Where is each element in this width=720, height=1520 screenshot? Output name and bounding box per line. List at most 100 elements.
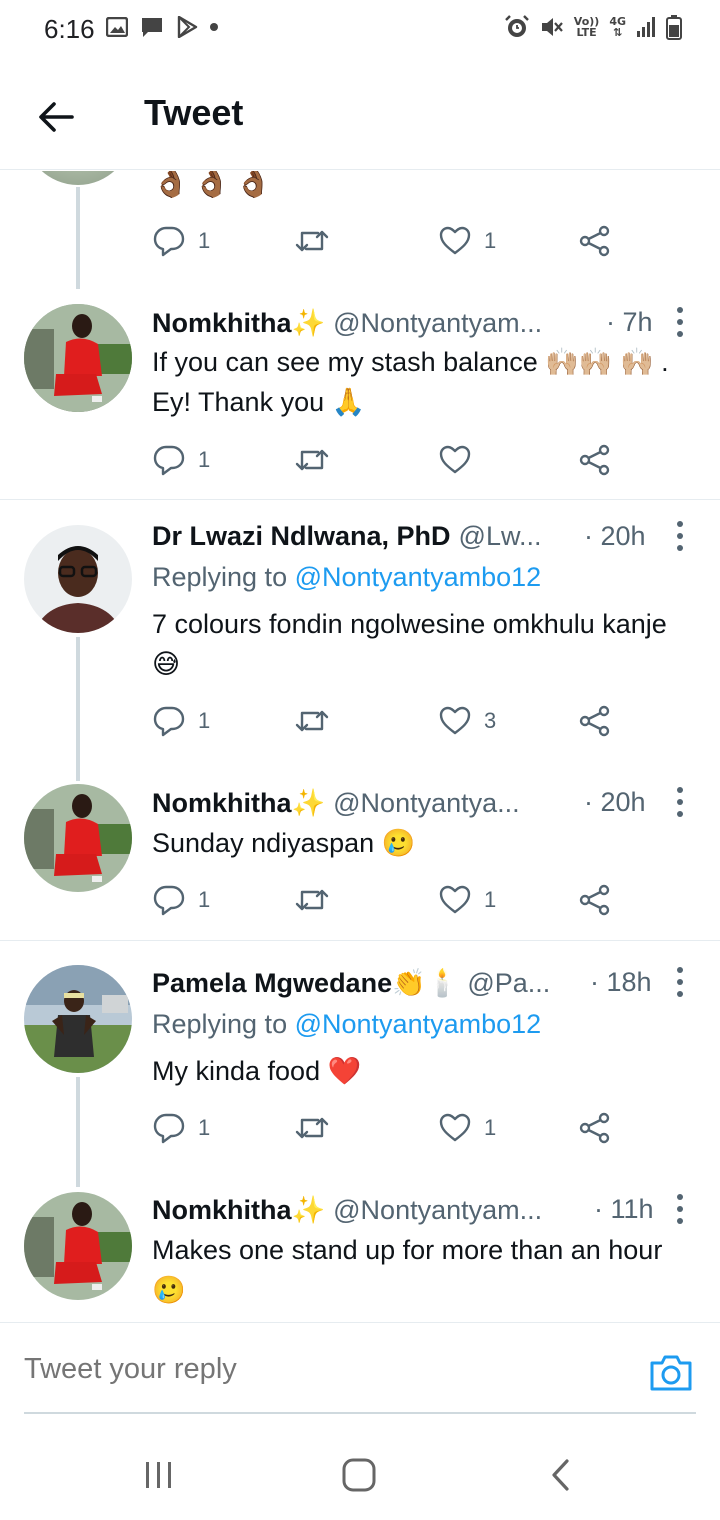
more-options-icon[interactable] xyxy=(672,519,688,553)
reply-button[interactable]: 1 xyxy=(152,1108,210,1148)
volte-icon: Vo)) LTE xyxy=(573,15,600,39)
author-name[interactable]: Dr Lwazi Ndlwana, PhD xyxy=(152,521,451,552)
heart-icon xyxy=(439,445,471,474)
author-name[interactable]: Nomkhitha✨ xyxy=(152,787,325,819)
share-icon xyxy=(579,884,610,916)
more-options-icon[interactable] xyxy=(672,785,688,819)
mention-link[interactable]: @Nontyantyambo12 xyxy=(295,562,542,592)
avatar[interactable] xyxy=(24,525,132,633)
reply-count: 1 xyxy=(198,228,211,253)
heart-icon xyxy=(439,226,471,255)
retweet-button[interactable] xyxy=(294,701,342,741)
tweet-actions: 1 1 xyxy=(152,221,632,261)
retweet-button[interactable] xyxy=(294,880,342,920)
tweet-actions: 1 1 xyxy=(152,1108,632,1148)
system-nav-bar xyxy=(0,1420,720,1520)
retweet-icon xyxy=(295,449,329,471)
more-options-icon[interactable] xyxy=(672,965,688,999)
more-options-icon[interactable] xyxy=(672,1192,688,1226)
more-options-icon[interactable] xyxy=(672,305,688,339)
thread-line xyxy=(76,637,80,781)
reply-icon xyxy=(153,706,185,737)
avatar[interactable] xyxy=(24,304,132,412)
tweet-timestamp: · 11h xyxy=(594,1194,654,1224)
reply-button[interactable]: 1 xyxy=(152,701,210,741)
reply-input[interactable] xyxy=(24,1353,584,1386)
author-handle[interactable]: @Nontyantyam... xyxy=(333,1195,542,1226)
reply-count: 1 xyxy=(198,887,211,912)
retweet-button[interactable] xyxy=(294,1108,342,1148)
author-handle[interactable]: @Nontyantyam... xyxy=(333,308,542,339)
reply-icon xyxy=(153,1113,185,1144)
retweet-icon xyxy=(295,889,329,911)
avatar[interactable] xyxy=(24,171,132,185)
home-icon[interactable] xyxy=(334,1450,384,1500)
author-name[interactable]: Nomkhitha✨ xyxy=(152,307,325,339)
reply-icon xyxy=(153,226,185,257)
reply-count: 1 xyxy=(198,447,211,472)
like-button[interactable]: 1 xyxy=(438,880,496,920)
gallery-icon xyxy=(106,17,128,37)
replying-to: Replying to @Nontyantyambo12 xyxy=(152,1009,542,1039)
share-button[interactable] xyxy=(578,221,612,261)
avatar[interactable] xyxy=(24,1192,132,1300)
4g-icon: 4G ⇅ xyxy=(609,15,626,39)
retweet-icon xyxy=(295,1117,329,1139)
tweet-actions: 1 3 xyxy=(152,701,632,741)
share-icon xyxy=(579,705,610,737)
like-button[interactable] xyxy=(438,440,484,480)
top-app-bar: Tweet xyxy=(0,60,720,170)
like-button[interactable]: 1 xyxy=(438,1108,496,1148)
reply-underline xyxy=(24,1412,696,1414)
like-button[interactable]: 1 xyxy=(438,221,496,261)
reply-icon xyxy=(153,885,185,916)
like-count: 1 xyxy=(484,887,497,912)
play-store-icon xyxy=(176,16,198,38)
divider xyxy=(0,499,720,500)
reply-feed[interactable]: 👌🏾👌🏾👌🏾 1 1 Nomkhitha✨ @Nontyantyam... · … xyxy=(0,171,720,1321)
author-name[interactable]: Pamela Mgwedane👏🕯️ xyxy=(152,967,459,999)
share-button[interactable] xyxy=(578,701,612,741)
tweet-text: 7 colours fondin ngolwesine omkhulu kanj… xyxy=(152,609,667,679)
retweet-icon xyxy=(295,230,329,252)
avatar[interactable] xyxy=(24,784,132,892)
share-button[interactable] xyxy=(578,880,612,920)
share-icon xyxy=(579,225,610,257)
tweet-timestamp: · 18h xyxy=(590,967,652,997)
mention-link[interactable]: @Nontyantyambo12 xyxy=(295,1009,542,1039)
author-handle[interactable]: @Nontyantya... xyxy=(333,788,520,819)
reply-button[interactable]: 1 xyxy=(152,440,210,480)
retweet-button[interactable] xyxy=(294,221,342,261)
share-button[interactable] xyxy=(578,440,612,480)
camera-icon[interactable] xyxy=(648,1353,694,1393)
back-nav-icon[interactable] xyxy=(536,1450,586,1500)
like-button[interactable]: 3 xyxy=(438,701,496,741)
tweet-actions: 1 xyxy=(152,440,632,480)
reply-icon xyxy=(153,445,185,476)
thread-line xyxy=(76,187,80,289)
tweet-text: My kinda food ❤️ xyxy=(152,1056,362,1086)
tweet-text: Makes one stand up for more than an hour… xyxy=(152,1235,663,1305)
avatar[interactable] xyxy=(24,965,132,1073)
heart-icon xyxy=(439,885,471,914)
reply-button[interactable]: 1 xyxy=(152,880,210,920)
reply-count: 1 xyxy=(198,708,211,733)
author-handle[interactable]: @Lw... xyxy=(459,521,542,552)
thread-line xyxy=(76,1077,80,1187)
tweet-text: 👌🏾👌🏾👌🏾 xyxy=(152,171,277,199)
like-count: 3 xyxy=(484,708,497,733)
retweet-button[interactable] xyxy=(294,440,342,480)
back-arrow-icon[interactable] xyxy=(34,94,80,140)
recent-apps-icon[interactable] xyxy=(134,1450,184,1500)
tweet-actions: 1 1 xyxy=(152,880,632,920)
signal-icon xyxy=(636,16,656,38)
like-count: 1 xyxy=(484,228,497,253)
reply-button[interactable]: 1 xyxy=(152,221,210,261)
author-handle[interactable]: @Pa... xyxy=(467,968,550,999)
tweet-timestamp: · 7h xyxy=(606,307,653,337)
like-count: 1 xyxy=(484,1115,497,1140)
retweet-icon xyxy=(295,710,329,732)
share-button[interactable] xyxy=(578,1108,612,1148)
author-name[interactable]: Nomkhitha✨ xyxy=(152,1194,325,1226)
share-icon xyxy=(579,1112,610,1144)
